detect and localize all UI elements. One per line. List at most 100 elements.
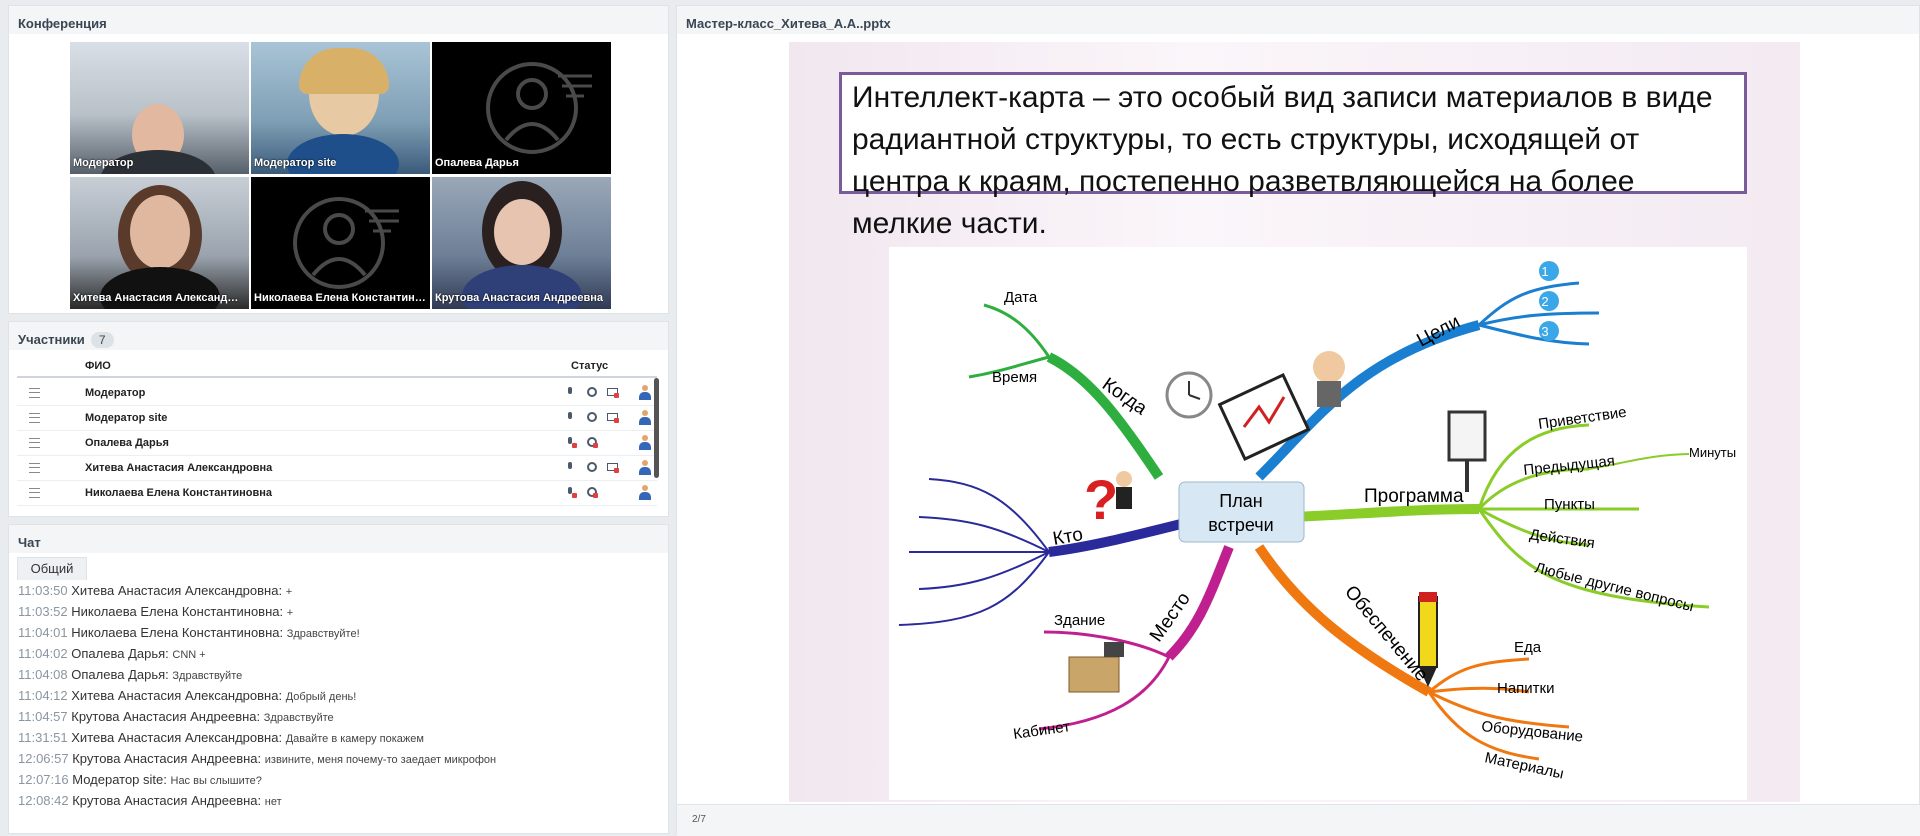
video-tile-nikolaeva[interactable]: Николаева Елена Константиновна <box>251 177 430 309</box>
microphone-icon[interactable] <box>565 487 577 498</box>
center-label-1: План <box>1219 491 1262 511</box>
participant-name: Хитева Анастасия Александровна <box>85 462 273 474</box>
message-text: Здравствуйте <box>263 712 334 724</box>
clock-icon <box>1165 371 1213 419</box>
message-author: Модератор site: <box>72 772 167 787</box>
screen-share-icon[interactable] <box>607 387 619 398</box>
presenter-icon <box>1313 351 1345 407</box>
person-hair <box>299 48 389 94</box>
mind-map: План встречи ? Дата Время Когда Цели 1 2… <box>889 247 1747 800</box>
microphone-icon[interactable] <box>565 462 575 472</box>
video-tile-opaleva[interactable]: Опалева Дарья <box>432 42 611 174</box>
message-text: Нас вы слышите? <box>170 775 262 787</box>
message-author: Крутова Анастасия Андреевна: <box>71 709 261 724</box>
chat-message: 11:04:01 Николаева Елена Константиновна:… <box>18 625 668 646</box>
label-goal-3: 3 <box>1541 324 1548 339</box>
flipchart-icon <box>1447 410 1487 492</box>
microphone-icon[interactable] <box>565 412 575 422</box>
microphone-icon[interactable] <box>565 387 575 397</box>
message-text: извините, меня почему-то заедает микрофо… <box>264 754 497 766</box>
chat-message: 12:07:16 Модератор site: Нас вы слышите? <box>18 772 668 793</box>
drag-handle-icon[interactable] <box>29 413 40 423</box>
camera-icon[interactable] <box>586 412 597 422</box>
message-text: Здравствуйте <box>172 670 243 682</box>
chat-messages: 11:03:50 Хитева Анастасия Александровна:… <box>18 583 668 814</box>
presentation-title: Мастер-класс_Хитева_А.А..pptx <box>677 6 1919 34</box>
camera-icon[interactable] <box>586 462 597 472</box>
presentation-footer <box>677 804 1920 836</box>
label-minutes: Минуты <box>1689 445 1736 460</box>
conference-title: Конференция <box>9 6 668 34</box>
mind-map-diagram: План встречи ? Дата Время Когда Цели 1 2… <box>898 261 1736 783</box>
chat-panel: Чат Общий 11:03:50 Хитева Анастасия Алек… <box>8 524 669 834</box>
person-figure <box>494 199 550 265</box>
label-actions: Действия <box>1528 526 1595 552</box>
user-placeholder-icon <box>486 62 592 154</box>
message-author: Хитева Анастасия Александровна: <box>71 730 283 745</box>
drag-handle-icon[interactable] <box>29 463 40 473</box>
participant-name: Николаева Елена Константиновна <box>85 487 273 499</box>
label-greeting: Приветствие <box>1537 404 1627 433</box>
camera-icon[interactable] <box>586 487 598 498</box>
message-text: + <box>286 607 294 619</box>
participant-name: Модератор <box>85 387 146 399</box>
video-tile-moderator-site[interactable]: Модератор site <box>251 42 430 174</box>
drag-handle-icon[interactable] <box>29 438 40 448</box>
chat-message: 11:03:50 Хитева Анастасия Александровна:… <box>18 583 668 604</box>
column-name-header[interactable]: ФИО <box>85 360 111 372</box>
slide: Интеллект-карта – это особый вид записи … <box>789 42 1800 802</box>
slide-heading: Интеллект-карта – это особый вид записи … <box>839 72 1747 240</box>
message-time: 12:08:42 <box>18 793 69 808</box>
participant-row[interactable]: Опалева Дарья <box>17 430 657 456</box>
video-tile-krutova[interactable]: Крутова Анастасия Андреевна <box>432 177 611 309</box>
user-avatar-icon <box>639 485 651 500</box>
chat-message: 11:04:57 Крутова Анастасия Андреевна: Зд… <box>18 709 668 730</box>
message-text: + <box>285 586 293 598</box>
video-tile-moderator[interactable]: Модератор <box>70 42 249 174</box>
user-avatar-icon <box>639 410 651 425</box>
camera-icon[interactable] <box>586 387 597 397</box>
chat-tab-general[interactable]: Общий <box>17 557 87 580</box>
label-points: Пункты <box>1544 496 1595 513</box>
label-goals: Цели <box>1413 311 1463 351</box>
branch-when <box>1046 352 1164 480</box>
tile-caption: Крутова Анастасия Андреевна <box>435 292 604 304</box>
participants-count-badge: 7 <box>90 332 114 348</box>
drag-handle-icon[interactable] <box>29 488 40 498</box>
video-grid: Модератор Модератор site Опалева Дарья Х… <box>70 42 618 310</box>
svg-text:?: ? <box>1084 468 1118 531</box>
tile-caption: Николаева Елена Константиновна <box>254 292 426 304</box>
participant-row[interactable]: Хитева Анастасия Александровна <box>17 455 657 481</box>
participants-scrollbar[interactable] <box>654 378 659 478</box>
message-time: 11:04:08 <box>18 667 68 682</box>
column-status-header[interactable]: Статус <box>571 360 608 372</box>
camera-icon[interactable] <box>586 437 598 448</box>
screen-share-icon[interactable] <box>607 462 619 473</box>
participant-row[interactable]: Николаева Елена Константиновна <box>17 480 657 506</box>
drag-handle-icon[interactable] <box>29 388 40 398</box>
chat-message: 11:04:02 Опалева Дарья: CNN + <box>18 646 668 667</box>
message-author: Опалева Дарья: <box>71 667 169 682</box>
chat-message: 11:31:51 Хитева Анастасия Александровна:… <box>18 730 668 751</box>
desk-icon <box>1068 642 1124 693</box>
video-tile-khiteva[interactable]: Хитева Анастасия Александровна <box>70 177 249 309</box>
message-author: Николаева Елена Константиновна: <box>71 604 284 619</box>
label-date: Дата <box>1004 289 1038 306</box>
participant-row[interactable]: Модератор <box>17 380 657 406</box>
microphone-icon[interactable] <box>565 437 577 448</box>
message-author: Крутова Анастасия Андреевна: <box>72 793 262 808</box>
participant-row[interactable]: Модератор site <box>17 405 657 431</box>
label-questions: Любые другие вопросы <box>1533 559 1695 615</box>
message-author: Крутова Анастасия Андреевна: <box>72 751 262 766</box>
screen-share-icon[interactable] <box>607 412 619 423</box>
conference-panel: Конференция Модератор Модератор site Опа… <box>8 5 669 314</box>
branch-program <box>1288 504 1480 522</box>
tile-caption: Хитева Анастасия Александровна <box>73 292 245 304</box>
chat-message: 11:04:08 Опалева Дарья: Здравствуйте <box>18 667 668 688</box>
chat-message: 12:08:42 Крутова Анастасия Андреевна: не… <box>18 793 668 814</box>
message-time: 11:31:51 <box>18 730 68 745</box>
tile-caption: Модератор site <box>254 157 337 169</box>
label-building: Здание <box>1054 612 1105 629</box>
label-materials: Материалы <box>1483 749 1565 782</box>
message-time: 11:03:52 <box>18 604 68 619</box>
